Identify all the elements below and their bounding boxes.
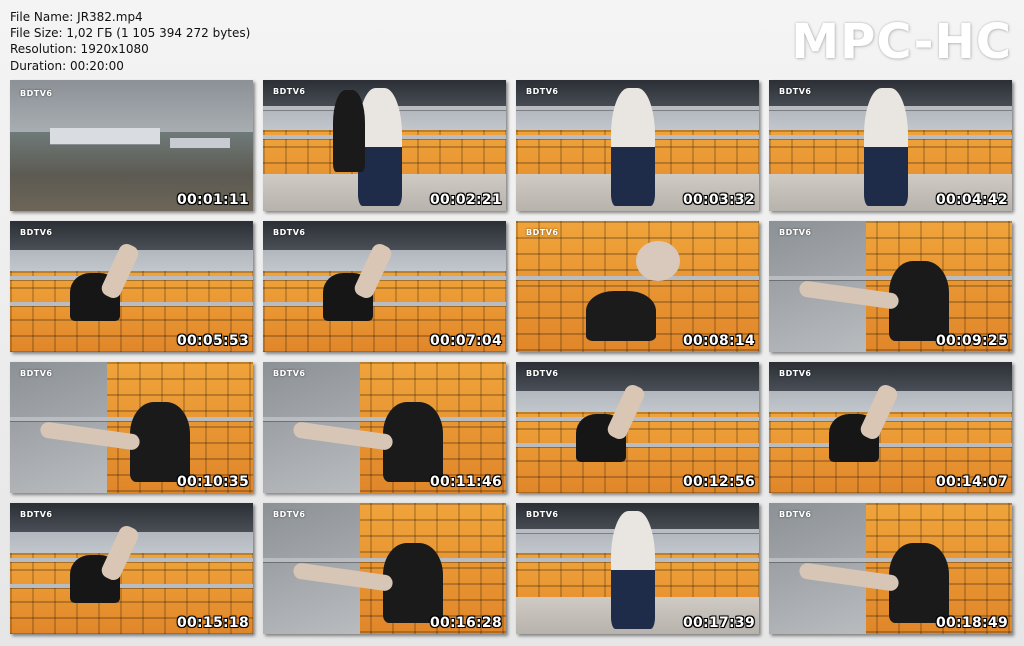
video-thumbnail: BDTV6 00:14:07 <box>769 362 1012 493</box>
channel-logo: BDTV6 <box>779 228 812 237</box>
video-thumbnail: BDTV6 00:04:42 <box>769 80 1012 211</box>
channel-logo: BDTV6 <box>20 510 53 519</box>
railing <box>10 584 253 589</box>
thumbnail-timestamp: 00:03:32 <box>682 192 755 208</box>
thumbnail-timestamp: 00:14:07 <box>935 474 1008 490</box>
railing <box>10 276 253 281</box>
thumbnail-timestamp: 00:15:18 <box>176 615 249 631</box>
thumbnail-timestamp: 00:04:42 <box>935 192 1008 208</box>
person-standing <box>611 511 655 629</box>
channel-logo: BDTV6 <box>273 369 306 378</box>
railing <box>516 417 759 422</box>
channel-logo: BDTV6 <box>273 87 306 96</box>
thumbnail-timestamp: 00:02:21 <box>429 192 502 208</box>
railing <box>10 302 253 307</box>
video-thumbnail: BDTV6 00:03:32 <box>516 80 759 211</box>
railing <box>769 417 1012 422</box>
railing <box>10 558 253 563</box>
railing <box>769 443 1012 448</box>
thumbnail-timestamp: 00:17:39 <box>682 615 755 631</box>
railing <box>263 276 506 281</box>
channel-logo: BDTV6 <box>526 510 559 519</box>
thumbnail-timestamp: 00:12:56 <box>682 474 755 490</box>
video-thumbnail: BDTV6 00:02:21 <box>263 80 506 211</box>
video-thumbnail: BDTV6 00:08:14 <box>516 221 759 352</box>
thumbnail-timestamp: 00:18:49 <box>935 615 1008 631</box>
building <box>170 138 230 148</box>
railing <box>516 443 759 448</box>
person-standing <box>864 88 908 206</box>
video-thumbnail: BDTV6 00:16:28 <box>263 503 506 634</box>
thumbnail-timestamp: 00:11:46 <box>429 474 502 490</box>
channel-logo: BDTV6 <box>20 369 53 378</box>
channel-logo: BDTV6 <box>526 87 559 96</box>
feet <box>636 241 680 281</box>
video-thumbnail: BDTV6 00:07:04 <box>263 221 506 352</box>
thumbnail-timestamp: 00:07:04 <box>429 333 502 349</box>
video-thumbnail: BDTV6 00:09:25 <box>769 221 1012 352</box>
thumbnail-timestamp: 00:01:11 <box>176 192 249 208</box>
railing <box>263 302 506 307</box>
video-thumbnail: BDTV6 00:01:11 <box>10 80 253 211</box>
channel-logo: BDTV6 <box>526 228 559 237</box>
thumbnail-timestamp: 00:10:35 <box>176 474 249 490</box>
video-thumbnail: BDTV6 00:18:49 <box>769 503 1012 634</box>
video-thumbnail: BDTV6 00:17:39 <box>516 503 759 634</box>
channel-logo: BDTV6 <box>273 510 306 519</box>
video-thumbnail: BDTV6 00:12:56 <box>516 362 759 493</box>
thumbnail-grid: BDTV6 00:01:11 BDTV6 00:02:21 BDTV6 00:03:32 B… <box>0 0 1024 646</box>
thumbnail-timestamp: 00:16:28 <box>429 615 502 631</box>
channel-logo: BDTV6 <box>779 510 812 519</box>
video-thumbnail: BDTV6 00:15:18 <box>10 503 253 634</box>
person-standing <box>611 88 655 206</box>
channel-logo: BDTV6 <box>20 228 53 237</box>
sky <box>10 80 253 133</box>
person-seated <box>586 291 656 341</box>
video-thumbnail: BDTV6 00:05:53 <box>10 221 253 352</box>
person-standing <box>333 90 365 172</box>
thumbnail-timestamp: 00:08:14 <box>682 333 755 349</box>
thumbnail-timestamp: 00:05:53 <box>176 333 249 349</box>
railing <box>516 276 759 281</box>
channel-logo: BDTV6 <box>20 89 53 98</box>
video-thumbnail: BDTV6 00:10:35 <box>10 362 253 493</box>
channel-logo: BDTV6 <box>526 369 559 378</box>
stadium-building <box>50 128 160 144</box>
channel-logo: BDTV6 <box>779 87 812 96</box>
thumbnail-timestamp: 00:09:25 <box>935 333 1008 349</box>
channel-logo: BDTV6 <box>779 369 812 378</box>
channel-logo: BDTV6 <box>273 228 306 237</box>
video-thumbnail: BDTV6 00:11:46 <box>263 362 506 493</box>
